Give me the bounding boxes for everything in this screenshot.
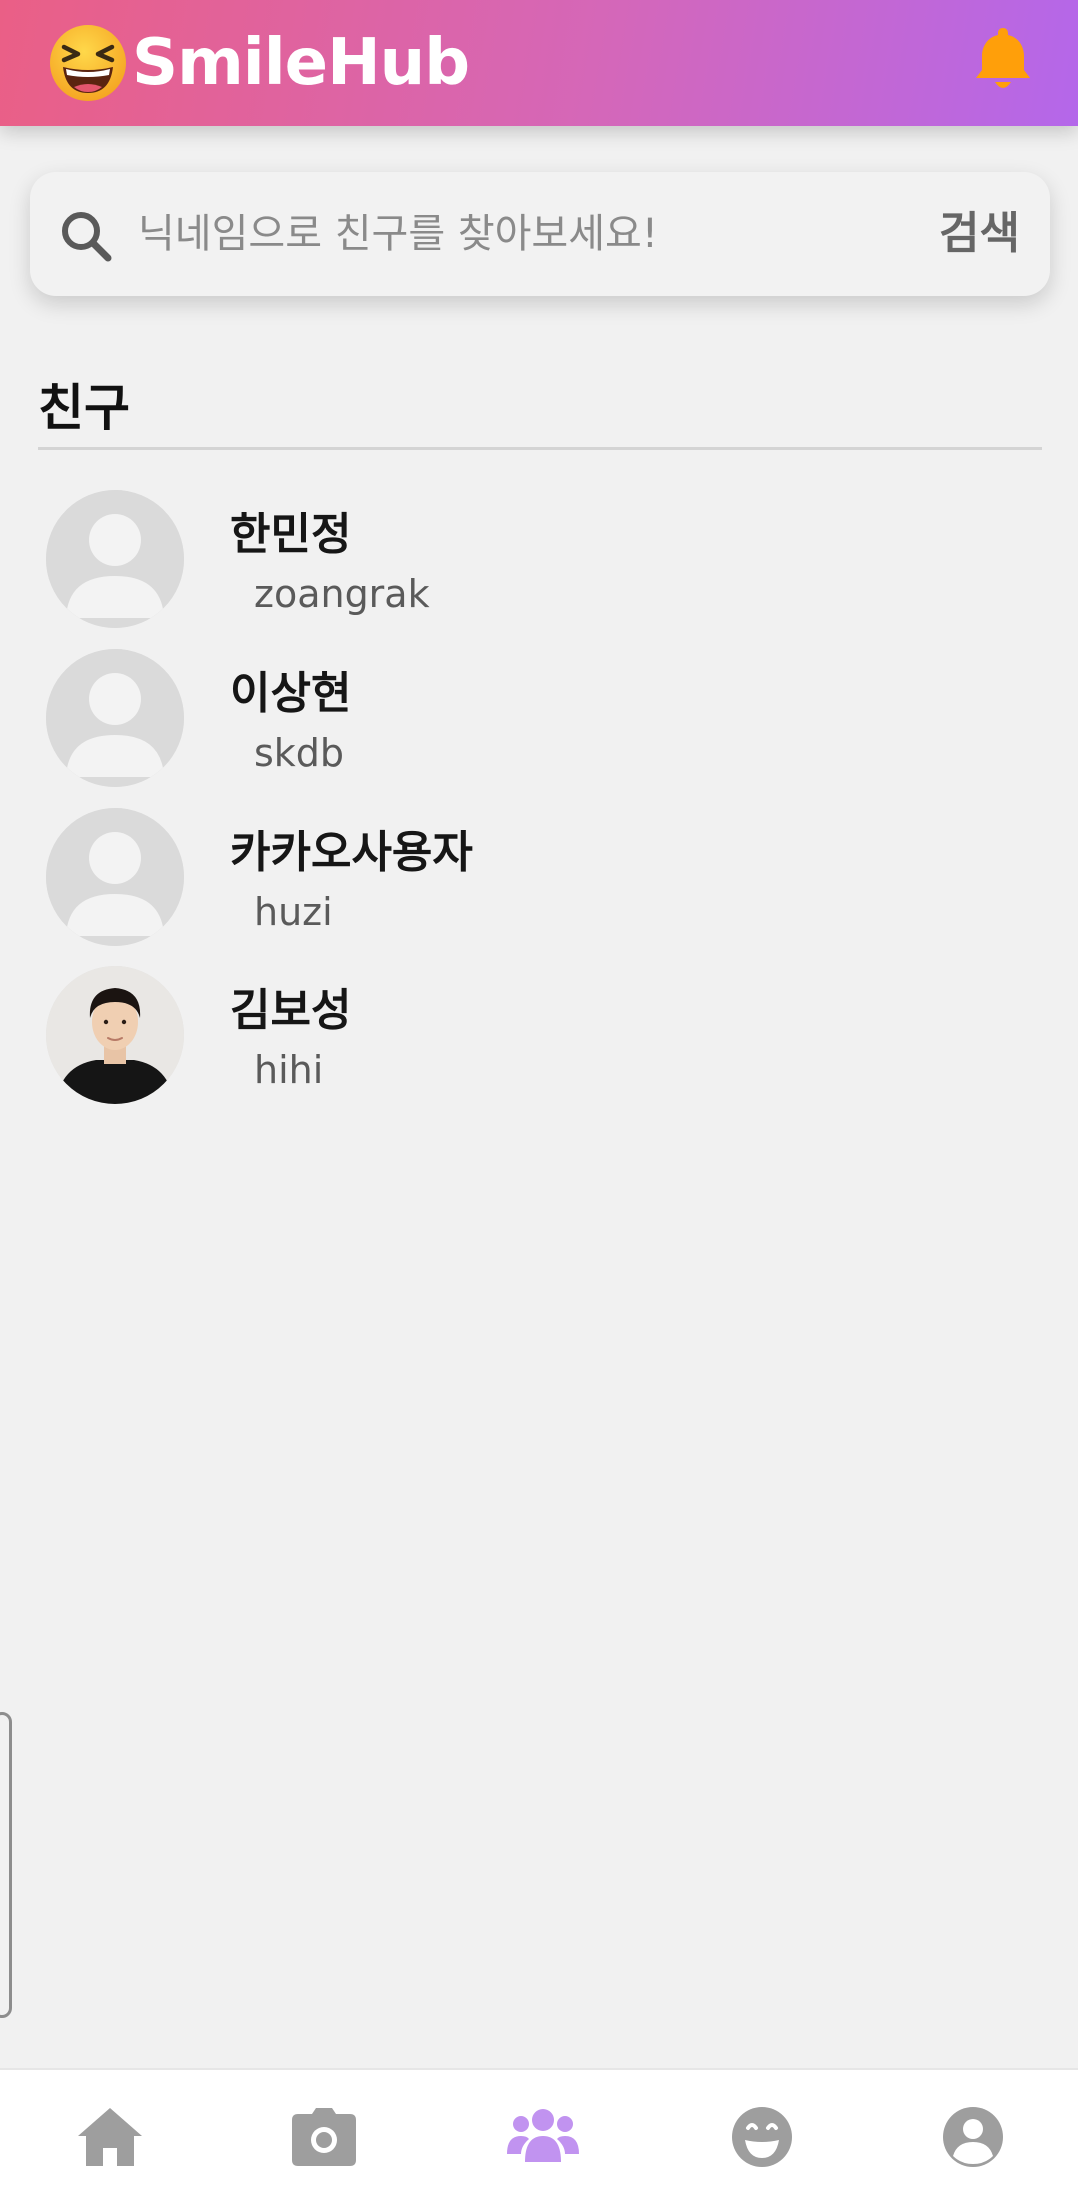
friend-name: 이상현 [230, 668, 352, 719]
friend-list-item[interactable]: 이상현 skdb [46, 649, 1026, 789]
search-input[interactable] [138, 202, 918, 266]
friend-id: huzi [254, 890, 333, 934]
smile-icon [732, 2107, 792, 2167]
friends-icon [507, 2109, 579, 2162]
friend-list-item[interactable]: 한민정 zoangrak [46, 490, 1026, 630]
friend-id: hihi [254, 1048, 324, 1092]
friend-search-bar: 검색 [30, 172, 1050, 296]
profile-photo-avatar [46, 966, 184, 1104]
friend-id: zoangrak [254, 572, 430, 616]
app-logo[interactable]: SmileHub [46, 18, 470, 108]
app-screen: SmileHub 검색 친구 한민정 zoangrak [0, 0, 1078, 2202]
search-button[interactable]: 검색 [939, 202, 1020, 266]
profile-icon [943, 2107, 1003, 2167]
section-title: 친구 [38, 379, 130, 437]
default-avatar-icon [46, 649, 184, 787]
friend-name: 한민정 [230, 509, 352, 560]
notification-bell-icon[interactable] [972, 24, 1034, 94]
app-name: SmileHub [132, 26, 470, 100]
side-drawer-handle[interactable] [0, 1712, 12, 2018]
nav-profile[interactable] [933, 2102, 1013, 2172]
friend-name: 카카오사용자 [230, 827, 473, 878]
default-avatar-icon [46, 808, 184, 946]
camera-icon [292, 2108, 356, 2166]
app-header: SmileHub [0, 0, 1078, 126]
nav-camera[interactable] [284, 2102, 364, 2172]
friend-list-item[interactable]: 카카오사용자 huzi [46, 808, 1026, 948]
home-icon [78, 2108, 142, 2166]
grinning-squinting-face-icon [50, 25, 126, 101]
default-avatar-icon [46, 490, 184, 628]
friend-id: skdb [254, 731, 345, 775]
search-icon [62, 212, 112, 262]
section-divider [38, 447, 1042, 450]
friend-list-item[interactable]: 김보성 hihi [46, 966, 1026, 1106]
bottom-navigation [0, 2068, 1078, 2202]
nav-friends[interactable] [503, 2102, 583, 2172]
nav-smile[interactable] [722, 2102, 802, 2172]
nav-home[interactable] [70, 2102, 150, 2172]
friend-name: 김보성 [230, 985, 352, 1036]
